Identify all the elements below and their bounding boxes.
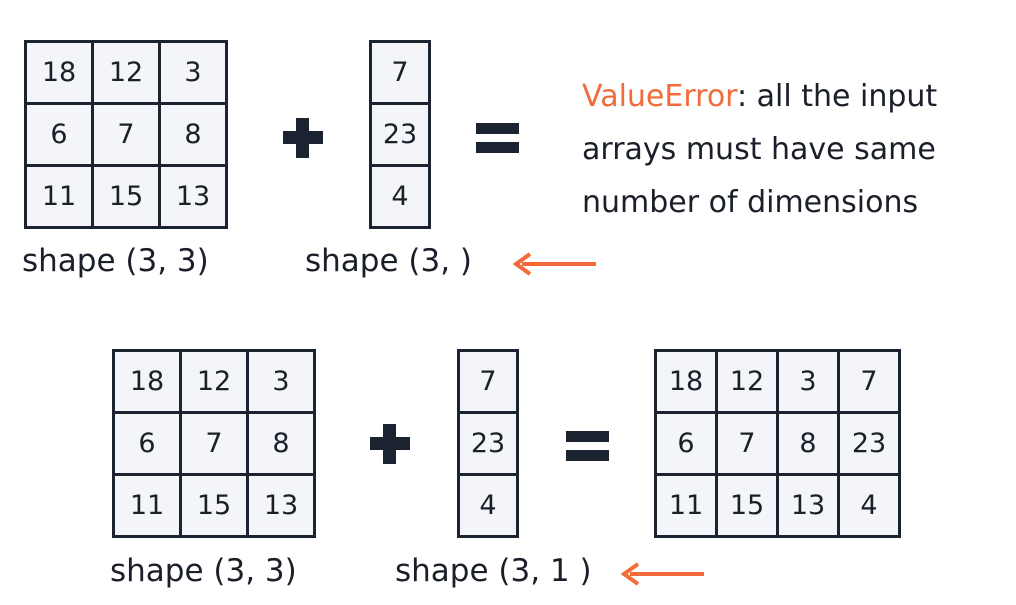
table-row: 11 15 13 xyxy=(112,473,316,538)
table-row: 6 7 8 xyxy=(112,411,316,476)
vector-cell: 23 xyxy=(369,102,431,167)
result-matrix: 18 12 3 7 6 7 8 23 11 15 13 4 xyxy=(654,349,901,538)
matrix-cell: 12 xyxy=(91,40,161,105)
matrix-cell: 6 xyxy=(24,102,94,167)
vector-cell: 4 xyxy=(369,164,431,229)
matrix-cell: 18 xyxy=(24,40,94,105)
arrow-left-icon xyxy=(512,252,596,276)
result-cell: 13 xyxy=(776,473,840,538)
result-cell: 18 xyxy=(654,349,718,414)
result-cell: 11 xyxy=(654,473,718,538)
matrix-cell: 12 xyxy=(179,349,249,414)
top-matrix-a: 18 12 3 6 7 8 11 15 13 xyxy=(24,40,228,229)
table-row: 11 15 13 4 xyxy=(654,473,901,538)
table-row: 23 xyxy=(369,102,431,167)
table-row: 6 7 8 23 xyxy=(654,411,901,476)
bottom-matrix-a: 18 12 3 6 7 8 11 15 13 xyxy=(112,349,316,538)
equals-icon xyxy=(566,431,609,442)
table-row: 11 15 13 xyxy=(24,164,228,229)
matrix-cell: 15 xyxy=(179,473,249,538)
table-row: 4 xyxy=(457,473,519,538)
error-name: ValueError xyxy=(582,79,737,114)
vector-cell: 4 xyxy=(457,473,519,538)
result-cell: 8 xyxy=(776,411,840,476)
table-row: 7 xyxy=(457,349,519,414)
matrix-cell: 11 xyxy=(112,473,182,538)
vector-cell: 23 xyxy=(457,411,519,476)
result-cell: 12 xyxy=(715,349,779,414)
result-cell: 3 xyxy=(776,349,840,414)
result-cell: 15 xyxy=(715,473,779,538)
error-text-line: : all the input xyxy=(736,79,938,114)
vector-cell: 7 xyxy=(369,40,431,105)
matrix-cell: 3 xyxy=(246,349,316,414)
matrix-cell: 11 xyxy=(24,164,94,229)
shape-label-b: shape (3, 1 ) xyxy=(395,553,592,589)
result-cell: 4 xyxy=(837,473,901,538)
equals-icon xyxy=(476,123,519,134)
plus-icon-vertical xyxy=(383,424,396,464)
top-vector-b: 7 23 4 xyxy=(369,40,431,229)
table-row: 4 xyxy=(369,164,431,229)
matrix-cell: 13 xyxy=(158,164,228,229)
matrix-cell: 15 xyxy=(91,164,161,229)
table-row: 7 xyxy=(369,40,431,105)
equals-icon-lower xyxy=(476,142,519,153)
result-cell: 23 xyxy=(837,411,901,476)
result-cell: 7 xyxy=(715,411,779,476)
table-row: 23 xyxy=(457,411,519,476)
matrix-cell: 7 xyxy=(179,411,249,476)
arrow-left-icon xyxy=(620,562,704,586)
plus-icon-vertical xyxy=(296,118,309,158)
error-message: ValueError: all the input arrays must ha… xyxy=(582,70,1007,229)
matrix-cell: 6 xyxy=(112,411,182,476)
vector-cell: 7 xyxy=(457,349,519,414)
result-cell: 7 xyxy=(837,349,901,414)
table-row: 18 12 3 xyxy=(24,40,228,105)
shape-label-b: shape (3, ) xyxy=(305,243,473,279)
matrix-cell: 8 xyxy=(246,411,316,476)
table-row: 6 7 8 xyxy=(24,102,228,167)
matrix-cell: 13 xyxy=(246,473,316,538)
matrix-cell: 3 xyxy=(158,40,228,105)
matrix-cell: 8 xyxy=(158,102,228,167)
matrix-cell: 18 xyxy=(112,349,182,414)
bottom-vector-b: 7 23 4 xyxy=(457,349,519,538)
shape-label-a: shape (3, 3) xyxy=(22,243,209,279)
table-row: 18 12 3 7 xyxy=(654,349,901,414)
error-text-line: number of dimensions xyxy=(582,185,919,220)
error-text-line: arrays must have same xyxy=(582,132,936,167)
shape-label-a: shape (3, 3) xyxy=(110,553,297,589)
matrix-cell: 7 xyxy=(91,102,161,167)
equals-icon-lower xyxy=(566,450,609,461)
result-cell: 6 xyxy=(654,411,718,476)
table-row: 18 12 3 xyxy=(112,349,316,414)
